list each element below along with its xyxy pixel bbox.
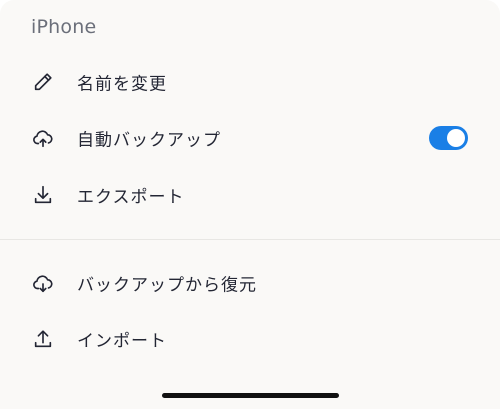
menu-item-auto-backup: 自動バックアップ [0,112,500,164]
auto-backup-toggle[interactable] [429,126,468,150]
menu-item-label: バックアップから復元 [77,275,257,296]
menu-item-rename[interactable]: 名前を変更 [0,56,500,108]
menu-item-label: 自動バックアップ [77,130,221,151]
menu-item-label: 名前を変更 [77,74,167,95]
cloud-download-icon [32,272,54,294]
menu-item-restore[interactable]: バックアップから復元 [0,257,500,309]
download-icon [32,184,54,206]
home-indicator [162,393,339,398]
menu-item-label: インポート [77,331,167,352]
upload-icon [32,328,54,350]
menu-item-import[interactable]: インポート [0,313,500,365]
toggle-knob [447,129,465,147]
menu-item-label: エクスポート [77,187,185,208]
sheet-title: iPhone [31,16,97,38]
cloud-upload-icon [32,127,54,149]
pencil-icon [32,71,54,93]
action-sheet: iPhone 名前を変更 自動バックアップ エクスポート バックアップから復元 … [0,0,500,409]
divider [0,239,500,240]
menu-item-export[interactable]: エクスポート [0,169,500,221]
